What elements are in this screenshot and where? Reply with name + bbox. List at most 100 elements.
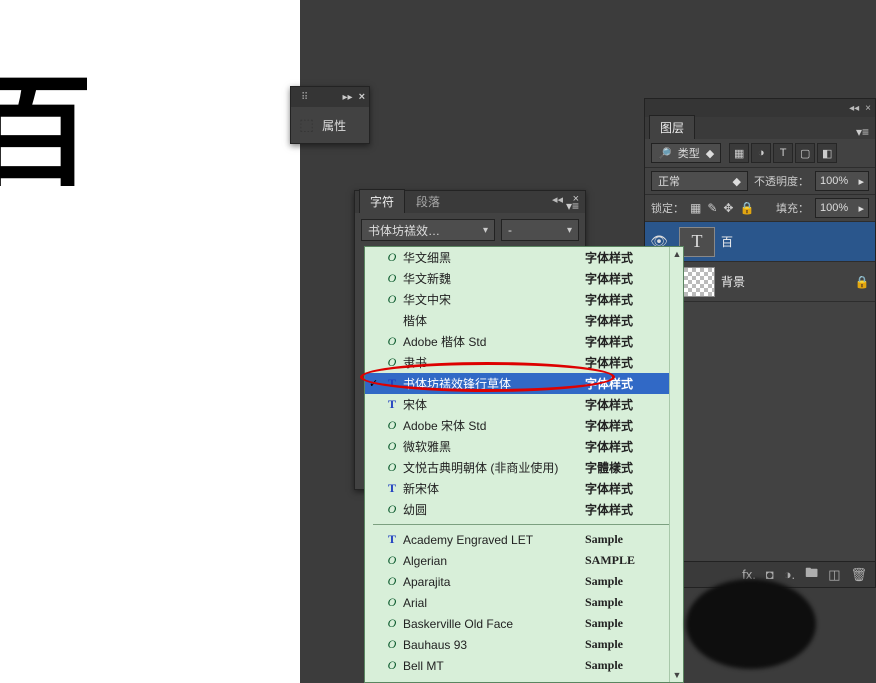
lock-all-icon[interactable]: 🔒 — [739, 201, 754, 215]
close-icon[interactable]: × — [865, 103, 871, 114]
scrollbar[interactable]: ▲ ▼ — [669, 247, 683, 682]
font-name: 新宋体 — [403, 480, 585, 497]
font-family-listbox[interactable]: O华文细黑字体样式O华文新魏字体样式O华文中宋字体样式楷体字体样式OAdobe … — [364, 246, 684, 683]
trash-icon[interactable]: 🗑 — [850, 567, 867, 583]
font-sample: Sample — [585, 637, 677, 652]
opentype-icon: O — [385, 292, 399, 307]
tab-layers[interactable]: 图层 — [649, 115, 695, 139]
font-option[interactable]: OArialSample — [365, 592, 683, 613]
tab-character[interactable]: 字符 — [359, 189, 405, 213]
font-option[interactable]: 楷体字体样式 — [365, 310, 683, 331]
font-option[interactable]: O 隶书字体样式 — [365, 352, 683, 373]
opacity-value: 100% — [820, 175, 848, 187]
folder-icon[interactable]: 🖿 — [805, 564, 818, 586]
new-layer-icon[interactable]: ◫ — [828, 567, 840, 583]
collapse-icon[interactable]: ▸▸ — [343, 92, 353, 103]
font-sample: 字体样式 — [585, 291, 677, 308]
layer-filter-button[interactable]: ▦ — [729, 143, 749, 163]
opentype-icon: O — [385, 271, 399, 286]
lock-buttons: ▦ ✎ ✥ 🔒 — [690, 201, 754, 215]
opacity-input[interactable]: 100% ▸ — [815, 171, 869, 191]
font-sample: 字體樣式 — [585, 459, 677, 476]
scroll-down-icon[interactable]: ▼ — [670, 668, 684, 682]
layer-filter-button[interactable]: ▢ — [795, 143, 815, 163]
font-option[interactable]: OBaskerville Old FaceSample — [365, 613, 683, 634]
fill-input[interactable]: 100% ▸ — [815, 198, 869, 218]
tab-paragraph[interactable]: 段落 — [405, 189, 451, 213]
blend-mode-dropdown[interactable]: 正常 ◆ — [651, 171, 748, 191]
layer-name[interactable]: 背景 — [721, 273, 849, 290]
close-icon[interactable]: × — [573, 193, 579, 205]
font-style-dropdown[interactable]: - ▾ — [501, 219, 579, 241]
lock-transparency-icon[interactable]: ▦ — [690, 201, 701, 215]
lock-pixels-icon[interactable]: ✎ — [707, 201, 717, 215]
scroll-up-icon[interactable]: ▲ — [670, 247, 684, 261]
font-option[interactable]: TAcademy Engraved LETSample — [365, 529, 683, 550]
divider — [373, 524, 675, 525]
properties-panel: ⠿ ▸▸ × ⬚ 属性 — [290, 86, 370, 144]
lock-position-icon[interactable]: ✥ — [723, 201, 733, 215]
panel-grip-icon[interactable]: ⠿ — [295, 92, 308, 103]
layer-filter-label: 类型 — [678, 145, 700, 161]
font-sample: 字体样式 — [585, 270, 677, 287]
font-name: 宋体 — [403, 396, 585, 413]
font-option[interactable]: OAparajitaSample — [365, 571, 683, 592]
font-sample: Sample — [585, 658, 677, 673]
opentype-icon: O — [385, 595, 399, 610]
font-name: 隶书 — [403, 354, 585, 371]
font-option[interactable]: T新宋体字体样式 — [365, 478, 683, 499]
font-option[interactable]: OAdobe 宋体 Std字体样式 — [365, 415, 683, 436]
collapse-icon[interactable]: ◂◂ — [552, 193, 563, 206]
opentype-icon: O — [385, 355, 399, 370]
close-icon[interactable]: × — [359, 91, 365, 103]
font-sample: 字体样式 — [585, 501, 677, 518]
layer-filter-button[interactable]: ◑ — [751, 143, 771, 163]
adjustment-icon[interactable]: ◑. — [784, 567, 795, 582]
fill-label: 填充： — [776, 200, 809, 216]
font-family-dropdown[interactable]: 书体坊禚效… ▾ — [361, 219, 495, 241]
font-name: Adobe 楷体 Std — [403, 333, 585, 350]
font-sample: Sample — [585, 616, 677, 631]
font-sample: 字体样式 — [585, 354, 677, 371]
font-option[interactable]: T宋体字体样式 — [365, 394, 683, 415]
layer-thumbnail: T — [679, 227, 715, 257]
font-option[interactable]: OAdobe 楷体 Std字体样式 — [365, 331, 683, 352]
font-family-value: 书体坊禚效… — [368, 222, 440, 239]
font-name: Bauhaus 93 — [403, 638, 585, 652]
font-option[interactable]: O华文中宋字体样式 — [365, 289, 683, 310]
chevron-down-icon: ◆ — [733, 175, 741, 188]
font-option[interactable]: O文悦古典明朝体 (非商业使用)字體樣式 — [365, 457, 683, 478]
font-option[interactable]: OAlgerianSAMPLE — [365, 550, 683, 571]
document-canvas[interactable]: 百 — [0, 0, 300, 683]
layer-name[interactable]: 百 — [721, 233, 849, 250]
panel-menu-icon[interactable]: ▾≡ — [856, 125, 875, 139]
opentype-icon: O — [385, 439, 399, 454]
font-name: 微软雅黑 — [403, 438, 585, 455]
collapse-icon[interactable]: ◂◂ — [849, 103, 859, 114]
font-option[interactable]: OBauhaus 93Sample — [365, 634, 683, 655]
properties-title: 属性 — [322, 117, 346, 134]
layer-filter-button[interactable]: ◧ — [817, 143, 837, 163]
font-option[interactable]: O 微软雅黑字体样式 — [365, 436, 683, 457]
font-option[interactable]: ✓T书体坊禚效锋行草体字体样式 — [365, 373, 683, 394]
font-sample: Sample — [585, 595, 677, 610]
font-option[interactable]: O华文细黑字体样式 — [365, 247, 683, 268]
chevron-down-icon: ◆ — [706, 147, 714, 160]
font-sample: 字体样式 — [585, 333, 677, 350]
layer-filter-button[interactable]: T — [773, 143, 793, 163]
layer-filter-dropdown[interactable]: 🔎 类型 ◆ — [651, 143, 721, 163]
font-option[interactable]: O华文新魏字体样式 — [365, 268, 683, 289]
font-sample: 字体样式 — [585, 480, 677, 497]
font-sample: 字体样式 — [585, 438, 677, 455]
lock-icon[interactable]: 🔒 — [849, 275, 875, 289]
truetype-icon: T — [385, 376, 399, 391]
opentype-icon: O — [385, 658, 399, 673]
font-sample: 字体样式 — [585, 417, 677, 434]
font-option[interactable]: O幼圆字体样式 — [365, 499, 683, 520]
opentype-icon: O — [385, 574, 399, 589]
chevron-down-icon: ▾ — [483, 225, 488, 236]
properties-icon: ⬚ — [299, 115, 314, 135]
opentype-icon: O — [385, 250, 399, 265]
font-option[interactable]: OBell MTSample — [365, 655, 683, 676]
font-sample: 字体样式 — [585, 249, 677, 266]
